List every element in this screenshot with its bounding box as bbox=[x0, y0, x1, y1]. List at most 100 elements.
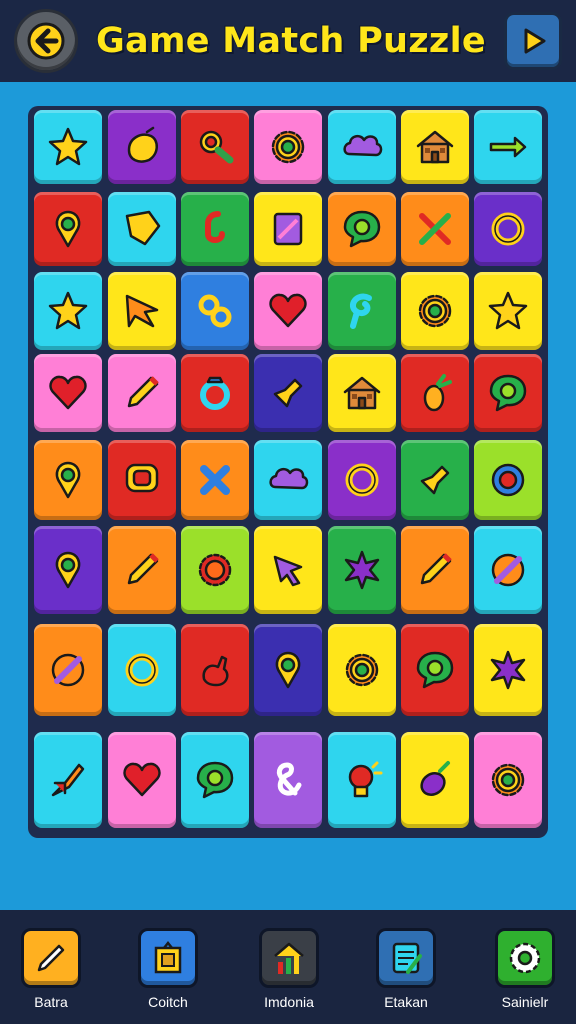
ring-icon bbox=[345, 463, 379, 497]
tile-r8-c4[interactable] bbox=[254, 732, 322, 828]
tile-r7-c2[interactable] bbox=[108, 624, 176, 716]
tile-r6-c2[interactable] bbox=[108, 526, 176, 614]
nav-label: Etakan bbox=[384, 994, 428, 1010]
tile-r4-c2[interactable] bbox=[108, 354, 176, 432]
tile-r5-c1[interactable] bbox=[34, 440, 102, 520]
nav-item-etakan[interactable]: Etakan bbox=[361, 928, 451, 1010]
shield-icon bbox=[125, 210, 161, 246]
tile-r3-c1[interactable] bbox=[34, 272, 102, 350]
bubble-icon bbox=[416, 651, 454, 689]
tile-r8-c5[interactable] bbox=[328, 732, 396, 828]
frame-icon bbox=[154, 940, 182, 974]
tile-r5-c2[interactable] bbox=[108, 440, 176, 520]
splat-icon bbox=[344, 550, 380, 590]
nav-item-coitch[interactable]: Coitch bbox=[123, 928, 213, 1010]
tile-r7-c1[interactable] bbox=[34, 624, 102, 716]
cloud-icon bbox=[343, 134, 383, 157]
pin-icon bbox=[55, 210, 81, 248]
tile-r2-c4[interactable] bbox=[254, 192, 322, 266]
tile-r6-c7[interactable] bbox=[474, 526, 542, 614]
swirl-icon bbox=[349, 293, 372, 329]
nav-button-imdonia[interactable] bbox=[259, 928, 319, 988]
tile-r4-c6[interactable] bbox=[401, 354, 469, 432]
nav-button-coitch[interactable] bbox=[138, 928, 198, 988]
tile-r5-c4[interactable] bbox=[254, 440, 322, 520]
tile-r3-c2[interactable] bbox=[108, 272, 176, 350]
bubble-icon bbox=[343, 210, 381, 248]
tile-r1-c1[interactable] bbox=[34, 110, 102, 184]
gear-icon bbox=[271, 130, 305, 164]
nav-item-batra[interactable]: Batra bbox=[6, 928, 96, 1010]
tile-r5-c6[interactable] bbox=[401, 440, 469, 520]
settings-gear-icon bbox=[509, 942, 541, 974]
tile-r4-c4[interactable] bbox=[254, 354, 322, 432]
tile-r5-c3[interactable] bbox=[181, 440, 249, 520]
tile-r6-c5[interactable] bbox=[328, 526, 396, 614]
nav-label: Coitch bbox=[148, 994, 188, 1010]
tile-r8-c1[interactable] bbox=[34, 732, 102, 828]
tile-r3-c5[interactable] bbox=[328, 272, 396, 350]
tile-r3-c7[interactable] bbox=[474, 272, 542, 350]
tile-r6-c1[interactable] bbox=[34, 526, 102, 614]
tile-r7-c3[interactable] bbox=[181, 624, 249, 716]
nav-button-etakan[interactable] bbox=[376, 928, 436, 988]
house-icon bbox=[343, 376, 381, 410]
house-icon bbox=[416, 130, 454, 164]
flag-icon bbox=[125, 294, 159, 328]
tile-r4-c7[interactable] bbox=[474, 354, 542, 432]
arrow-icon bbox=[489, 136, 527, 158]
tile-r8-c7[interactable] bbox=[474, 732, 542, 828]
tile-r6-c6[interactable] bbox=[401, 526, 469, 614]
tile-r1-c3[interactable] bbox=[181, 110, 249, 184]
pencil-icon bbox=[420, 553, 452, 585]
sun-icon bbox=[198, 553, 232, 587]
star-icon bbox=[488, 291, 528, 330]
bulb-icon bbox=[348, 761, 383, 798]
nav-button-sainielr[interactable] bbox=[495, 928, 555, 988]
tile-r5-c5[interactable] bbox=[328, 440, 396, 520]
tile-r4-c1[interactable] bbox=[34, 354, 102, 432]
back-arrow-icon bbox=[27, 22, 65, 60]
tile-r8-c3[interactable] bbox=[181, 732, 249, 828]
tile-r1-c7[interactable] bbox=[474, 110, 542, 184]
tile-r7-c6[interactable] bbox=[401, 624, 469, 716]
heart-icon bbox=[49, 375, 87, 410]
tile-r4-c3[interactable] bbox=[181, 354, 249, 432]
cross-tools-icon bbox=[419, 213, 451, 245]
tile-r3-c4[interactable] bbox=[254, 272, 322, 350]
tile-r1-c2[interactable] bbox=[108, 110, 176, 184]
tile-r6-c3[interactable] bbox=[181, 526, 249, 614]
lemon-icon bbox=[127, 126, 158, 163]
tile-r2-c7[interactable] bbox=[474, 192, 542, 266]
magnifier-icon bbox=[199, 130, 234, 164]
chart-house-icon bbox=[274, 942, 304, 974]
tile-r2-c6[interactable] bbox=[401, 192, 469, 266]
tile-r8-c6[interactable] bbox=[401, 732, 469, 828]
tile-r8-c2[interactable] bbox=[108, 732, 176, 828]
tile-r2-c2[interactable] bbox=[108, 192, 176, 266]
tile-r1-c4[interactable] bbox=[254, 110, 322, 184]
tile-r7-c4[interactable] bbox=[254, 624, 322, 716]
no-pencil-icon bbox=[51, 653, 85, 687]
tile-r3-c6[interactable] bbox=[401, 272, 469, 350]
hook-icon bbox=[205, 211, 225, 243]
tile-r4-c5[interactable] bbox=[328, 354, 396, 432]
tile-r2-c5[interactable] bbox=[328, 192, 396, 266]
tile-r7-c7[interactable] bbox=[474, 624, 542, 716]
tile-r2-c1[interactable] bbox=[34, 192, 102, 266]
tile-r2-c3[interactable] bbox=[181, 192, 249, 266]
eggplant-icon bbox=[420, 761, 450, 796]
arrow-diag-icon bbox=[420, 465, 450, 495]
tile-r5-c7[interactable] bbox=[474, 440, 542, 520]
pineapple-icon bbox=[423, 374, 452, 412]
tile-r3-c3[interactable] bbox=[181, 272, 249, 350]
nav-button-batra[interactable] bbox=[21, 928, 81, 988]
tile-r1-c6[interactable] bbox=[401, 110, 469, 184]
tile-r6-c4[interactable] bbox=[254, 526, 322, 614]
nav-item-imdonia[interactable]: Imdonia bbox=[244, 928, 334, 1010]
tile-r1-c5[interactable] bbox=[328, 110, 396, 184]
nav-item-sainielr[interactable]: Sainielr bbox=[480, 928, 570, 1010]
back-button[interactable] bbox=[14, 9, 78, 73]
play-button[interactable] bbox=[503, 12, 562, 70]
tile-r7-c5[interactable] bbox=[328, 624, 396, 716]
